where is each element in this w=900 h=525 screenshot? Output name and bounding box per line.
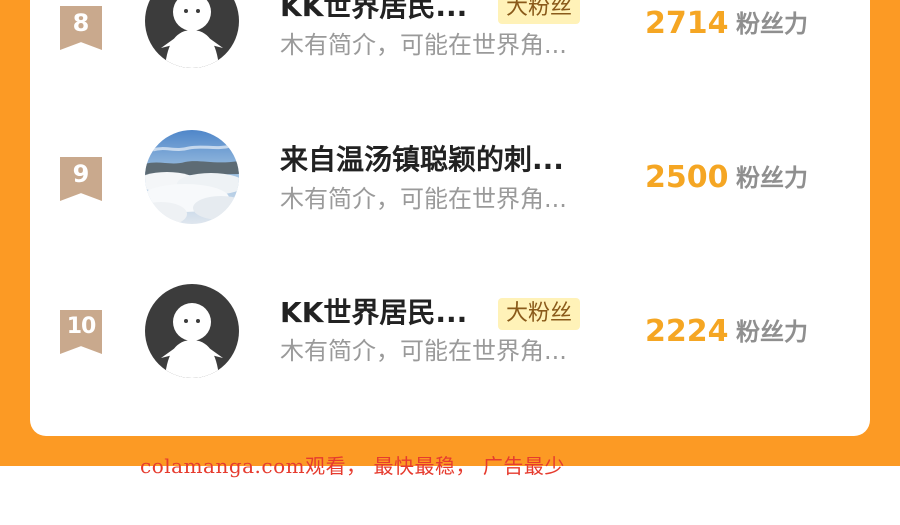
user-avatar[interactable] bbox=[145, 130, 239, 224]
ranking-row[interactable]: 9 来自温汤镇聪颖的刺... 木有简介，可能在世界角... 2500 粉丝力 bbox=[30, 115, 870, 225]
rank-ribbon-icon: 9 bbox=[60, 157, 102, 201]
user-name[interactable]: 来自温汤镇聪颖的刺... bbox=[280, 143, 564, 177]
ranking-row[interactable]: 8 KK世界居民... 大粉丝 木有简介，可能在世界角... 2714 粉丝力 bbox=[30, 0, 870, 70]
default-avatar-icon bbox=[145, 284, 239, 378]
ranking-row[interactable]: 10 KK世界居民... 大粉丝 木有简介，可能在世界角... 2224 粉丝力 bbox=[30, 270, 870, 380]
rank-number: 8 bbox=[72, 9, 90, 37]
user-name[interactable]: KK世界居民... bbox=[280, 0, 467, 24]
user-intro: 木有简介，可能在世界角... bbox=[280, 31, 567, 59]
fan-power-label: 粉丝力 bbox=[736, 164, 808, 192]
fan-level-badge: 大粉丝 bbox=[498, 0, 581, 24]
user-intro: 木有简介，可能在世界角... bbox=[280, 185, 567, 213]
fan-power-score: 2224 bbox=[645, 314, 729, 349]
rank-number: 10 bbox=[66, 314, 97, 339]
rank-ribbon-icon: 8 bbox=[60, 6, 102, 50]
fan-power-label: 粉丝力 bbox=[736, 318, 808, 346]
fan-level-badge: 大粉丝 bbox=[498, 298, 581, 330]
user-avatar[interactable] bbox=[145, 0, 239, 68]
page: 8 KK世界居民... 大粉丝 木有简介，可能在世界角... 2714 粉丝力 bbox=[0, 0, 900, 525]
user-avatar[interactable] bbox=[145, 284, 239, 378]
fan-power-label: 粉丝力 bbox=[736, 10, 808, 38]
rank-number: 9 bbox=[72, 160, 90, 188]
rank-ribbon-icon: 10 bbox=[60, 310, 102, 354]
fan-power-score: 2500 bbox=[645, 160, 729, 195]
ranking-card: 8 KK世界居民... 大粉丝 木有简介，可能在世界角... 2714 粉丝力 bbox=[30, 0, 870, 436]
default-avatar-icon bbox=[145, 0, 239, 68]
fan-power-score: 2714 bbox=[645, 6, 729, 41]
cloud-landscape-avatar-icon bbox=[145, 130, 239, 224]
site-watermark-text: colamanga.com观看， 最快最稳， 广告最少 bbox=[140, 454, 565, 478]
user-name[interactable]: KK世界居民... bbox=[280, 296, 467, 330]
user-intro: 木有简介，可能在世界角... bbox=[280, 337, 567, 365]
